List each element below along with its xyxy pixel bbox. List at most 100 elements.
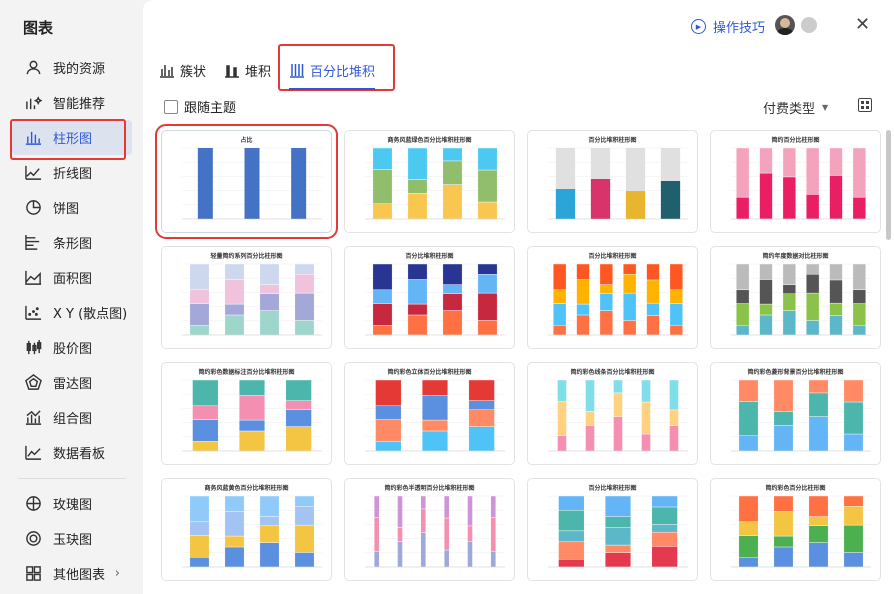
main-panel: ▶ 操作技巧 ✕ 簇状 堆积 百分比堆积 跟随主题 付费类型 ▼ 占比 商务风蓝绿…	[143, 0, 894, 594]
chart-template-card[interactable]: 占比	[155, 124, 338, 239]
chart-thumbnail	[548, 147, 688, 220]
sidebar-item-5[interactable]: 条形图	[12, 225, 132, 260]
stacked-bar-icon	[225, 65, 240, 78]
combo-icon	[24, 409, 42, 427]
area-chart-icon	[24, 269, 42, 287]
fee-type-dropdown[interactable]: 付费类型 ▼	[763, 98, 828, 117]
chart-template-card[interactable]: 百分比堆积柱形图	[344, 246, 515, 349]
rose-icon	[24, 495, 42, 513]
chart-thumbnail	[548, 379, 688, 452]
chart-template-card[interactable]: 商务风蓝绿色百分比堆积柱形图	[344, 130, 515, 233]
chart-thumbnail	[365, 495, 505, 568]
help-label: 操作技巧	[713, 21, 766, 36]
chart-template-card[interactable]: 轻量简约系列百分比柱形图	[161, 246, 332, 349]
user-icon	[24, 59, 42, 77]
sidebar-item-4[interactable]: 饼图	[12, 190, 132, 225]
chart-thumbnail	[365, 379, 505, 452]
sidebar-item-10[interactable]: 组合图	[12, 400, 132, 435]
chart-template-card[interactable]: 简约彩色半透明百分比堆积柱形图	[344, 478, 515, 581]
bar-chart-icon	[24, 129, 42, 147]
scrollbar[interactable]	[886, 130, 891, 240]
card-title: 简约彩色半透明百分比堆积柱形图	[384, 485, 475, 492]
chevron-down-icon: ▼	[822, 103, 829, 112]
sidebar-item-label: 组合图	[53, 412, 93, 427]
sidebar-item-2[interactable]: 柱形图	[10, 119, 132, 160]
percent-stacked-bar-icon	[290, 64, 305, 78]
sidebar-item-11[interactable]: 数据看板	[12, 435, 132, 470]
card-title: 简约彩色数据标注百分比堆积柱形图	[198, 369, 295, 376]
pie-chart-icon	[24, 199, 42, 217]
sidebar-item-label: 智能推荐	[53, 97, 106, 112]
sidebar-item-label: 柱形图	[53, 132, 93, 147]
more-icon	[24, 565, 42, 583]
sidebar-title: 图表	[23, 19, 54, 37]
sidebar-item-label: 我的资源	[53, 62, 106, 77]
chart-template-card[interactable]: 简约彩色数据标注百分比堆积柱形图	[161, 362, 332, 465]
sidebar-item-0[interactable]: 我的资源	[12, 50, 132, 85]
follow-theme-checkbox[interactable]: 跟随主题	[164, 97, 236, 116]
fee-type-label: 付费类型	[763, 102, 816, 117]
sidebar-item-12[interactable]: 玫瑰图	[12, 486, 132, 521]
chart-thumbnail	[731, 379, 871, 452]
sidebar-item-label: 玫瑰图	[53, 498, 93, 513]
card-title: 百分比堆积柱形图	[405, 253, 454, 260]
chart-template-card[interactable]: 百分比堆积柱形图	[527, 246, 698, 349]
checkbox-box[interactable]	[164, 99, 178, 114]
sidebar-item-label: 数据看板	[53, 447, 106, 462]
chart-thumbnail	[731, 147, 871, 220]
sidebar-item-7[interactable]: X Y (散点图)	[12, 295, 132, 330]
avatar[interactable]	[775, 15, 795, 35]
card-title: 占比	[240, 137, 253, 144]
play-icon: ▶	[691, 19, 706, 34]
sidebar-item-1[interactable]: 智能推荐	[12, 85, 132, 120]
card-title: 百分比堆积柱形图	[588, 485, 637, 492]
help-link[interactable]: ▶ 操作技巧	[691, 17, 765, 36]
ring-icon	[24, 530, 42, 548]
tab-label: 堆积	[245, 64, 272, 80]
card-title: 简约彩色线条百分比堆积柱形图	[570, 369, 655, 376]
sidebar-item-9[interactable]: 雷达图	[12, 365, 132, 400]
chart-thumbnail	[182, 147, 322, 220]
card-title: 简约百分比柱形图	[771, 137, 820, 144]
sidebar-item-6[interactable]: 面积图	[12, 260, 132, 295]
chart-template-card[interactable]: 简约彩色菱形背景百分比堆积柱形图	[710, 362, 881, 465]
card-title: 百分比堆积柱形图	[588, 253, 637, 260]
sidebar-item-label: 玉玦图	[53, 533, 93, 548]
grid-view-icon[interactable]	[858, 98, 872, 112]
tab-label: 簇状	[180, 64, 207, 80]
sidebar-item-label: 饼图	[53, 202, 80, 217]
card-title: 商务风蓝绿色百分比堆积柱形图	[387, 137, 472, 144]
sidebar-item-13[interactable]: 玉玦图	[12, 521, 132, 556]
radar-icon	[24, 374, 42, 392]
chart-template-card[interactable]: 百分比堆积柱形图	[527, 130, 698, 233]
tab-stacked[interactable]: 堆积	[224, 55, 271, 85]
chart-template-card[interactable]: 简约彩色百分比柱形图	[710, 478, 881, 581]
chart-template-card[interactable]: 百分比堆积柱形图	[527, 478, 698, 581]
card-title: 商务风蓝黄色百分比堆积柱形图	[204, 485, 289, 492]
sidebar-item-label: 其他图表	[53, 568, 106, 583]
chart-template-card[interactable]: 简约百分比柱形图	[710, 130, 881, 233]
sidebar-divider	[18, 478, 126, 479]
member-badge-icon[interactable]	[801, 17, 817, 33]
chart-template-card[interactable]: 商务风蓝黄色百分比堆积柱形图	[161, 478, 332, 581]
sidebar-item-8[interactable]: 股价图	[12, 330, 132, 365]
line-chart-icon	[24, 164, 42, 182]
clustered-bar-icon	[160, 65, 174, 78]
chart-template-card[interactable]: 简约年度数据对比柱形图	[710, 246, 881, 349]
sidebar-item-label: X Y (散点图)	[53, 307, 128, 322]
sidebar-item-label: 雷达图	[53, 377, 93, 392]
tab-bar: 簇状 堆积 百分比堆积	[159, 44, 396, 91]
sidebar-item-label: 股价图	[53, 342, 93, 357]
tab-clustered[interactable]: 簇状	[159, 55, 206, 85]
chart-thumbnail	[182, 379, 322, 452]
sidebar-item-14[interactable]: 其他图表 ›	[12, 556, 132, 591]
sidebar-item-label: 条形图	[53, 237, 93, 252]
chart-template-card[interactable]: 简约彩色立体百分比堆积柱形图	[344, 362, 515, 465]
card-title: 简约彩色菱形背景百分比堆积柱形图	[747, 369, 844, 376]
sidebar: 图表 我的资源智能推荐柱形图折线图饼图条形图面积图 X Y (散点图) 股价图雷达图…	[0, 0, 143, 594]
close-icon[interactable]: ✕	[855, 14, 870, 35]
sidebar-item-3[interactable]: 折线图	[12, 155, 132, 190]
chart-thumbnail	[365, 263, 505, 336]
tab-percent-stacked[interactable]: 百分比堆积	[278, 44, 396, 91]
chart-template-card[interactable]: 简约彩色线条百分比堆积柱形图	[527, 362, 698, 465]
